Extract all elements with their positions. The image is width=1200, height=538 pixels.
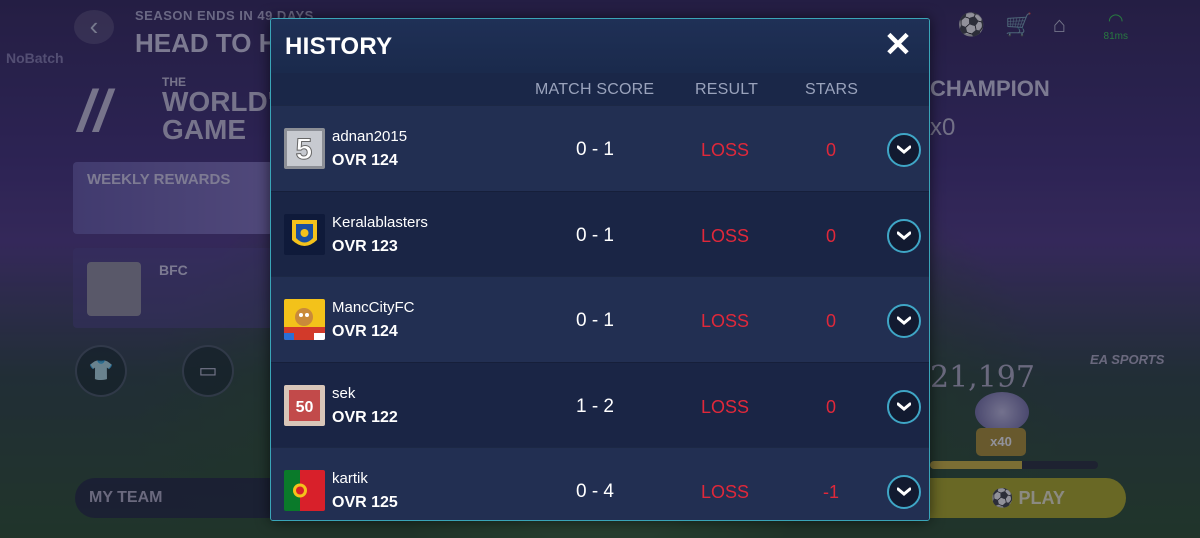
- opponent-name: sek: [332, 384, 356, 402]
- opponent-ovr: OVR 122: [332, 408, 398, 426]
- opponent-name: MancCityFC: [332, 299, 415, 316]
- history-row[interactable]: kartik OVR 125 0 - 4 LOSS -1: [271, 447, 929, 520]
- expand-chevron-icon[interactable]: [887, 389, 921, 424]
- modal-header: HISTORY ✕: [271, 19, 929, 73]
- column-header-result: RESULT: [695, 81, 759, 98]
- opponent-ovr: OVR 123: [332, 237, 398, 255]
- portugal-flag-icon: [284, 470, 325, 511]
- match-result: LOSS: [700, 311, 750, 331]
- match-result: LOSS: [700, 482, 750, 502]
- history-row[interactable]: MancCityFC OVR 124 0 - 1 LOSS 0: [271, 276, 929, 362]
- history-list: 5 adnan2015 OVR 124 0 - 1 LOSS 0 Keralab…: [271, 105, 929, 520]
- stars-change: 0: [825, 396, 836, 417]
- cartoon-mascot-badge-icon: [284, 299, 325, 340]
- history-row[interactable]: Keralablasters OVR 123 0 - 1 LOSS 0: [271, 190, 929, 276]
- stars-change: 0: [825, 311, 836, 331]
- history-modal: HISTORY ✕ MATCH SCORE RESULT STARS 5 adn…: [270, 18, 930, 521]
- svg-text:5: 5: [296, 133, 313, 166]
- column-header-stars: STARS: [805, 81, 859, 98]
- svg-text:50: 50: [296, 399, 314, 416]
- opponent-name: kartik: [332, 470, 368, 487]
- stars-change: 0: [825, 225, 836, 246]
- match-score: 1 - 2: [575, 395, 615, 417]
- match-result: LOSS: [700, 396, 750, 417]
- expand-chevron-icon[interactable]: [887, 133, 921, 167]
- opponent-ovr: OVR 124: [332, 152, 398, 169]
- opponent-ovr: OVR 124: [332, 323, 398, 340]
- match-score: 0 - 1: [575, 310, 615, 331]
- match-score: 0 - 4: [575, 481, 615, 502]
- history-row[interactable]: 50 sek OVR 122 1 - 2 LOSS 0: [271, 361, 929, 447]
- history-row[interactable]: 5 adnan2015 OVR 124 0 - 1 LOSS 0: [271, 105, 929, 191]
- number-fifty-badge-icon: 50: [284, 384, 325, 426]
- stars-change: -1: [822, 482, 839, 502]
- match-result: LOSS: [700, 225, 750, 246]
- column-headers: MATCH SCORE RESULT STARS: [271, 73, 929, 105]
- close-icon[interactable]: ✕: [879, 27, 917, 65]
- expand-chevron-icon[interactable]: [887, 304, 921, 338]
- kerala-blasters-crest-icon: [284, 213, 325, 255]
- opponent-name: Keralablasters: [332, 213, 428, 231]
- expand-chevron-icon[interactable]: [887, 218, 921, 253]
- match-score: 0 - 1: [575, 139, 615, 160]
- match-score: 0 - 1: [575, 224, 615, 246]
- opponent-ovr: OVR 125: [332, 494, 398, 511]
- number-five-badge-icon: 5: [284, 128, 325, 169]
- stars-change: 0: [825, 140, 836, 160]
- column-header-match-score: MATCH SCORE: [535, 81, 655, 98]
- match-result: LOSS: [700, 140, 750, 160]
- expand-chevron-icon[interactable]: [887, 475, 921, 509]
- opponent-name: adnan2015: [332, 128, 408, 145]
- modal-title: HISTORY: [285, 33, 393, 60]
